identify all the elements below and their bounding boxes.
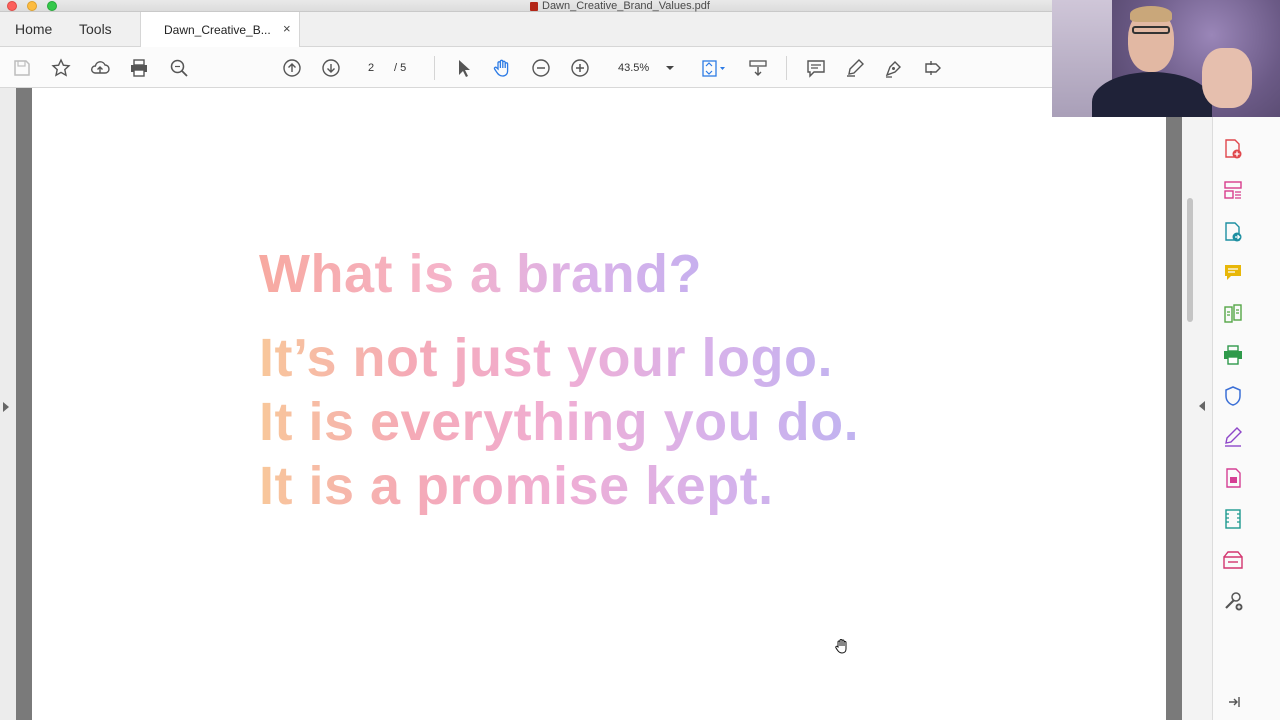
page-gutter [1166,88,1182,720]
slide-line: It is a promise kept. [259,454,859,518]
toolbar-divider [434,56,435,80]
window-title-text: Dawn_Creative_Brand_Values.pdf [542,0,710,12]
tools-pane [1212,88,1280,720]
presenter-glasses [1132,26,1170,34]
page-gutter [16,88,32,720]
page-total: / 5 [394,62,407,74]
upload-icon[interactable] [88,56,112,80]
send-for-review-icon[interactable] [1222,549,1244,571]
sign-icon[interactable] [882,56,906,80]
rich-media-icon[interactable] [1222,508,1244,530]
zoom-level-select[interactable]: 43.5% [608,59,678,77]
collapse-pane-icon[interactable] [1226,694,1242,710]
presenter-hair [1130,6,1172,22]
select-arrow-icon[interactable] [451,56,475,80]
fill-sign-icon[interactable] [1222,426,1244,448]
toolbar-divider [786,56,787,80]
close-window-button[interactable] [7,1,17,11]
tab-document-label: Dawn_Creative_B... [164,23,271,37]
protect-icon[interactable] [1222,385,1244,407]
collapse-right-pane-icon[interactable] [1199,401,1205,411]
close-tab-icon[interactable]: × [283,21,291,36]
edit-pdf-icon[interactable] [1222,467,1244,489]
slide-body: It’s not just your logo. It is everythin… [259,326,859,518]
save-icon[interactable] [10,56,34,80]
compare-files-icon[interactable] [1222,303,1244,325]
presenter-hand [1202,48,1252,108]
zoom-window-button[interactable] [47,1,57,11]
pdf-page: What is a brand? It’s not just your logo… [32,88,1166,720]
pdf-file-icon [530,1,538,11]
fit-page-icon[interactable] [697,56,729,80]
page-up-icon[interactable] [280,56,304,80]
hand-tool-icon[interactable] [490,56,514,80]
more-tools-icon[interactable] [921,56,945,80]
left-panel-rail [0,88,16,720]
hand-cursor-icon [835,639,847,654]
tab-home[interactable]: Home [15,21,52,37]
expand-left-panel-icon[interactable] [3,402,9,412]
create-pdf-icon[interactable] [1222,138,1244,160]
tab-tools[interactable]: Tools [79,21,112,37]
window-title: Dawn_Creative_Brand_Values.pdf [530,0,710,12]
slide-line: It is everything you do. [259,392,860,452]
print-production-icon[interactable] [1222,344,1244,366]
document-viewer[interactable]: What is a brand? It’s not just your logo… [0,88,1212,720]
organize-pages-icon[interactable] [1222,179,1244,201]
zoom-in-icon[interactable] [568,56,592,80]
customize-tools-icon[interactable] [1222,590,1244,612]
slide-heading: What is a brand? [259,244,703,304]
print-icon[interactable] [127,56,151,80]
vertical-scrollbar[interactable] [1182,88,1212,720]
zoom-out-icon[interactable] [529,56,553,80]
comment-icon[interactable] [804,56,828,80]
webcam-overlay [1052,0,1280,117]
search-zoom-icon[interactable] [167,56,191,80]
page-down-icon[interactable] [319,56,343,80]
scrollbar-thumb[interactable] [1187,198,1193,322]
page-number-input[interactable]: 2 [358,59,384,77]
tab-document[interactable]: Dawn_Creative_B... × [140,12,300,47]
slide-line: It’s not just your logo. [259,326,859,390]
chevron-down-icon [666,66,674,70]
highlight-pen-icon[interactable] [843,56,867,80]
comment-tool-icon[interactable] [1222,262,1244,284]
bookmark-star-icon[interactable] [49,56,73,80]
minimize-window-button[interactable] [27,1,37,11]
export-pdf-icon[interactable] [1222,221,1244,243]
zoom-level-value: 43.5% [618,62,650,74]
scroll-mode-icon[interactable] [746,56,770,80]
